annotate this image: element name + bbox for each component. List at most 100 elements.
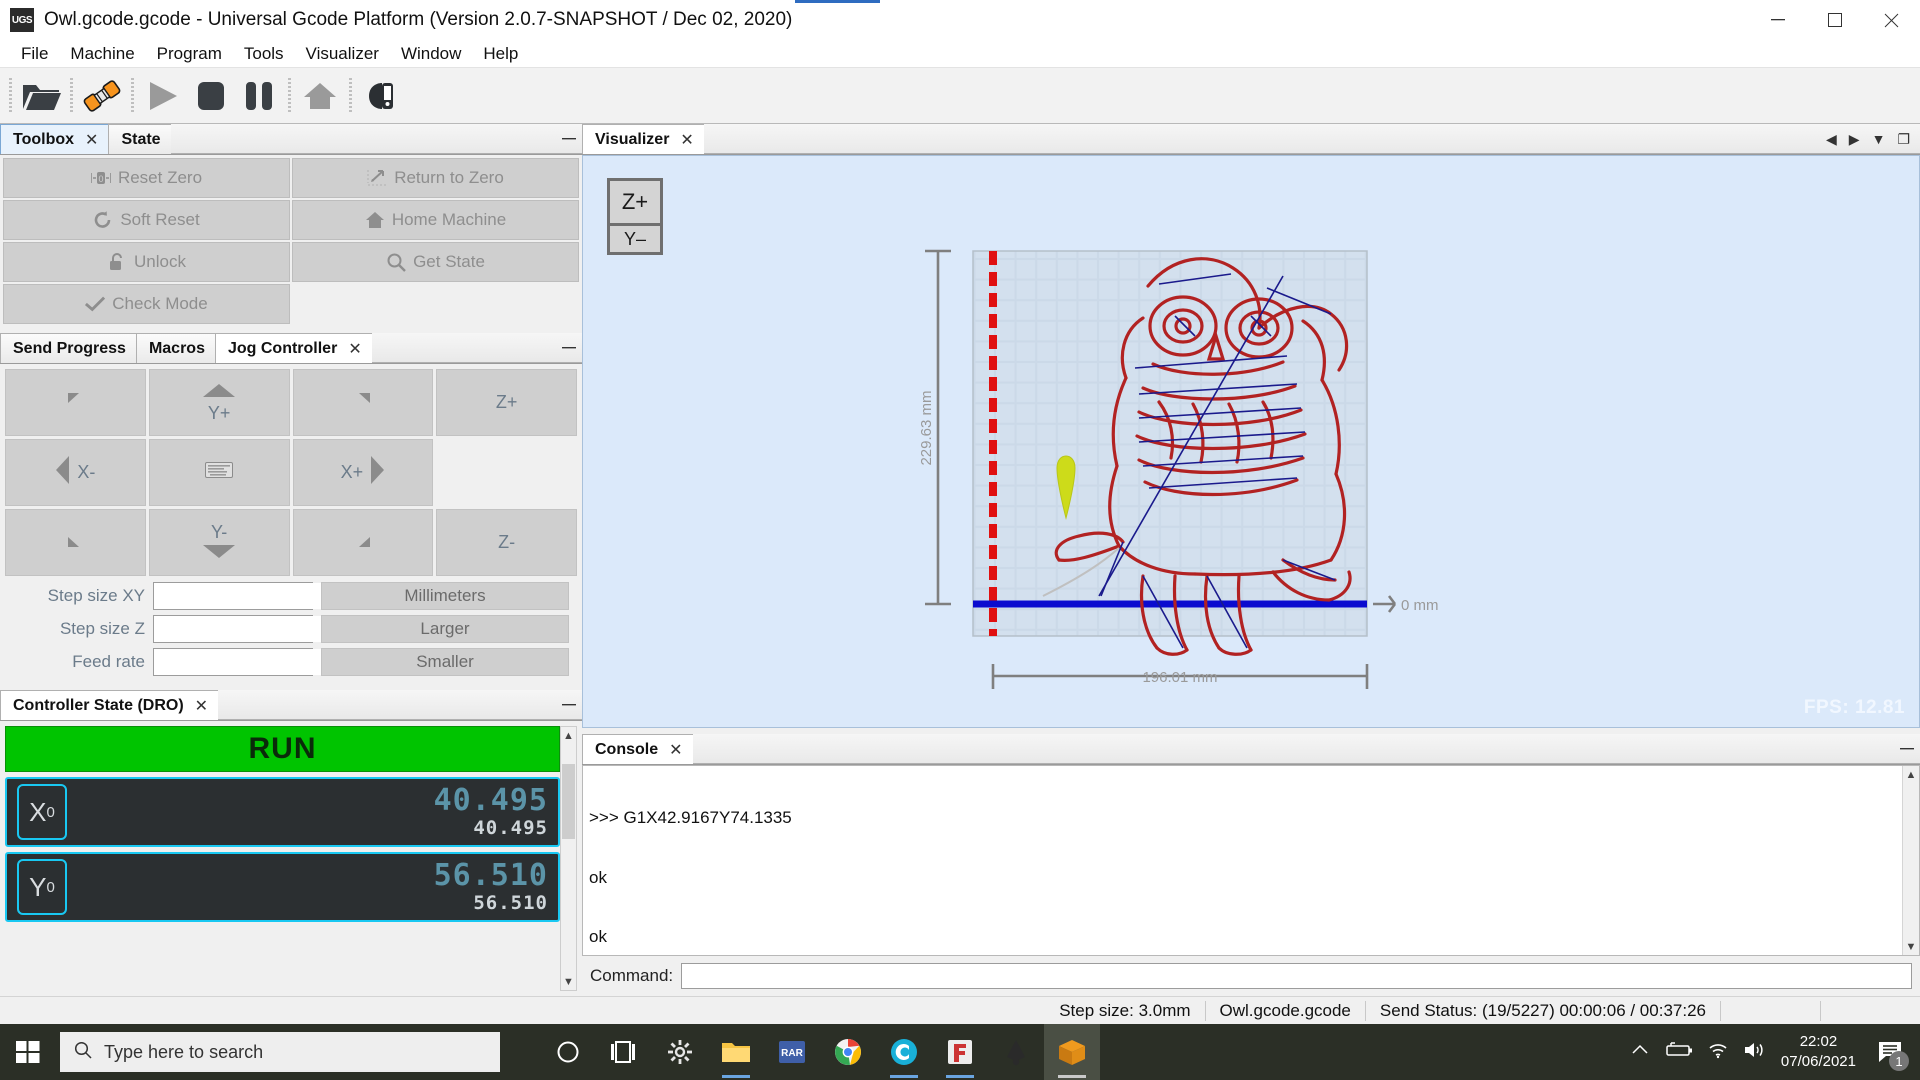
close-icon[interactable]: ✕ xyxy=(85,130,98,150)
reset-zero-button[interactable]: 0 Reset Zero xyxy=(3,158,290,198)
tab-toolbox[interactable]: Toolbox ✕ xyxy=(0,124,110,154)
menu-file[interactable]: File xyxy=(10,42,59,66)
start-button-icon[interactable] xyxy=(0,1024,56,1080)
tray-chevron-up-icon[interactable] xyxy=(1631,1042,1649,1062)
dro-scrollbar[interactable]: ▲ ▼ xyxy=(560,726,577,991)
dro-scroll-track[interactable] xyxy=(561,744,576,973)
step-size-z-stepper[interactable]: ▲ ▼ xyxy=(153,615,390,643)
tab-state[interactable]: State xyxy=(108,124,172,154)
chevron-up-icon[interactable]: ▲ xyxy=(1903,766,1919,783)
jog-minimize-button[interactable] xyxy=(556,333,582,363)
freecad-icon[interactable] xyxy=(932,1024,988,1080)
nav-next-icon[interactable]: ▶ xyxy=(1849,131,1860,148)
dro-axis-x[interactable]: X0 40.495 40.495 xyxy=(5,777,560,847)
file-explorer-icon[interactable] xyxy=(708,1024,764,1080)
larger-button[interactable]: Larger xyxy=(321,615,569,643)
axis-x-zero-button[interactable]: X0 xyxy=(17,784,67,840)
jog-z-plus-button[interactable]: Z+ xyxy=(436,369,577,436)
feed-rate-stepper[interactable]: ▲ ▼ xyxy=(153,648,390,676)
tab-macros[interactable]: Macros xyxy=(135,333,216,363)
units-button[interactable]: Millimeters xyxy=(321,582,569,610)
dro-axis-y[interactable]: Y0 56.510 56.510 xyxy=(5,852,560,922)
home-icon[interactable] xyxy=(296,72,344,120)
chevron-down-icon[interactable]: ▼ xyxy=(1903,938,1919,955)
tab-visualizer[interactable]: Visualizer ✕ xyxy=(582,124,705,154)
menu-program[interactable]: Program xyxy=(146,42,233,66)
volume-icon[interactable] xyxy=(1743,1041,1767,1064)
ugs-icon[interactable] xyxy=(1044,1024,1100,1080)
jog-up-left-button[interactable] xyxy=(5,369,146,436)
axis-y-zero-button[interactable]: Y0 xyxy=(17,859,67,915)
jog-y-plus-button[interactable]: Y+ xyxy=(148,369,290,436)
taskbar-search-box[interactable]: Type here to search xyxy=(60,1032,500,1072)
chevron-up-icon[interactable]: ▲ xyxy=(561,727,576,744)
minimize-button[interactable] xyxy=(1749,0,1806,40)
cortana-icon[interactable] xyxy=(540,1024,596,1080)
connect-plug-icon[interactable] xyxy=(78,72,126,120)
settings-gear-icon[interactable] xyxy=(652,1024,708,1080)
console-output[interactable]: >>> G1X42.9167Y74.1335 ok ok >>> G3X39.5… xyxy=(583,766,1902,955)
open-file-icon[interactable] xyxy=(17,72,65,120)
fps-counter: FPS: 12.81 xyxy=(1803,697,1905,718)
axis-x-zero: 0 xyxy=(46,803,55,821)
jog-down-right-button[interactable] xyxy=(292,509,434,576)
command-input[interactable] xyxy=(681,963,1912,989)
tab-console[interactable]: Console ✕ xyxy=(582,734,694,764)
close-icon[interactable]: ✕ xyxy=(348,339,361,359)
home-machine-button[interactable]: Home Machine xyxy=(292,200,579,240)
tab-controller-state[interactable]: Controller State (DRO) ✕ xyxy=(0,690,220,720)
menu-help[interactable]: Help xyxy=(472,42,529,66)
notification-center-icon[interactable]: 1 xyxy=(1870,1024,1910,1080)
tab-send-progress[interactable]: Send Progress xyxy=(0,333,137,363)
task-view-icon[interactable] xyxy=(596,1024,652,1080)
menu-visualizer[interactable]: Visualizer xyxy=(295,42,390,66)
jog-z-minus-button[interactable]: Z- xyxy=(436,509,577,576)
smaller-button[interactable]: Smaller xyxy=(321,648,569,676)
soft-reset-button[interactable]: Soft Reset xyxy=(3,200,290,240)
jog-z-minus-label: Z- xyxy=(498,532,516,552)
chevron-down-icon[interactable]: ▼ xyxy=(1872,131,1886,147)
nav-prev-icon[interactable]: ◀ xyxy=(1826,131,1837,148)
jog-x-plus-button[interactable]: X+ xyxy=(292,439,434,506)
unlock-macro-icon[interactable] xyxy=(357,72,405,120)
close-button[interactable] xyxy=(1863,0,1920,40)
close-icon[interactable]: ✕ xyxy=(195,696,208,716)
battery-charging-icon[interactable] xyxy=(1663,1041,1693,1064)
stop-icon[interactable] xyxy=(187,72,235,120)
play-icon[interactable] xyxy=(139,72,187,120)
jog-keyboard-button[interactable] xyxy=(148,439,290,506)
console-scroll-track[interactable] xyxy=(1903,783,1919,938)
diag-down-left-icon xyxy=(65,530,85,555)
menu-machine[interactable]: Machine xyxy=(59,42,145,66)
wifi-icon[interactable] xyxy=(1707,1041,1729,1064)
visualizer-canvas[interactable]: Z+ Y– 229.63 mm 196.01 mm 0 mm FPS: 12.8… xyxy=(582,155,1920,728)
console-scrollbar[interactable]: ▲ ▼ xyxy=(1902,766,1919,955)
inkscape-icon[interactable] xyxy=(988,1024,1044,1080)
dro-minimize-button[interactable] xyxy=(556,690,582,720)
menu-tools[interactable]: Tools xyxy=(233,42,295,66)
jog-up-right-button[interactable] xyxy=(292,369,434,436)
unlock-button[interactable]: Unlock xyxy=(3,242,290,282)
pause-icon[interactable] xyxy=(235,72,283,120)
maximize-icon[interactable]: ❐ xyxy=(1897,131,1910,148)
winrar-icon[interactable]: RAR xyxy=(764,1024,820,1080)
menu-window[interactable]: Window xyxy=(390,42,472,66)
dro-scroll-thumb[interactable] xyxy=(562,764,575,839)
jog-down-left-button[interactable] xyxy=(5,509,146,576)
check-mode-button[interactable]: Check Mode xyxy=(3,284,290,324)
jog-x-minus-button[interactable]: X- xyxy=(5,439,146,506)
close-icon[interactable]: ✕ xyxy=(680,130,693,150)
close-icon[interactable]: ✕ xyxy=(669,740,682,760)
chrome-icon[interactable] xyxy=(820,1024,876,1080)
cura-icon[interactable] xyxy=(876,1024,932,1080)
maximize-button[interactable] xyxy=(1806,0,1863,40)
tab-jog-controller[interactable]: Jog Controller ✕ xyxy=(214,333,373,363)
get-state-button[interactable]: Get State xyxy=(292,242,579,282)
chevron-down-icon[interactable]: ▼ xyxy=(561,973,576,990)
jog-y-minus-button[interactable]: Y- xyxy=(148,509,290,576)
step-size-xy-stepper[interactable]: ▲ ▼ xyxy=(153,582,390,610)
console-minimize-button[interactable] xyxy=(1894,734,1920,764)
taskbar-clock[interactable]: 22:02 07/06/2021 xyxy=(1781,1032,1856,1073)
return-to-zero-button[interactable]: Return to Zero xyxy=(292,158,579,198)
toolbox-minimize-button[interactable] xyxy=(556,124,582,154)
